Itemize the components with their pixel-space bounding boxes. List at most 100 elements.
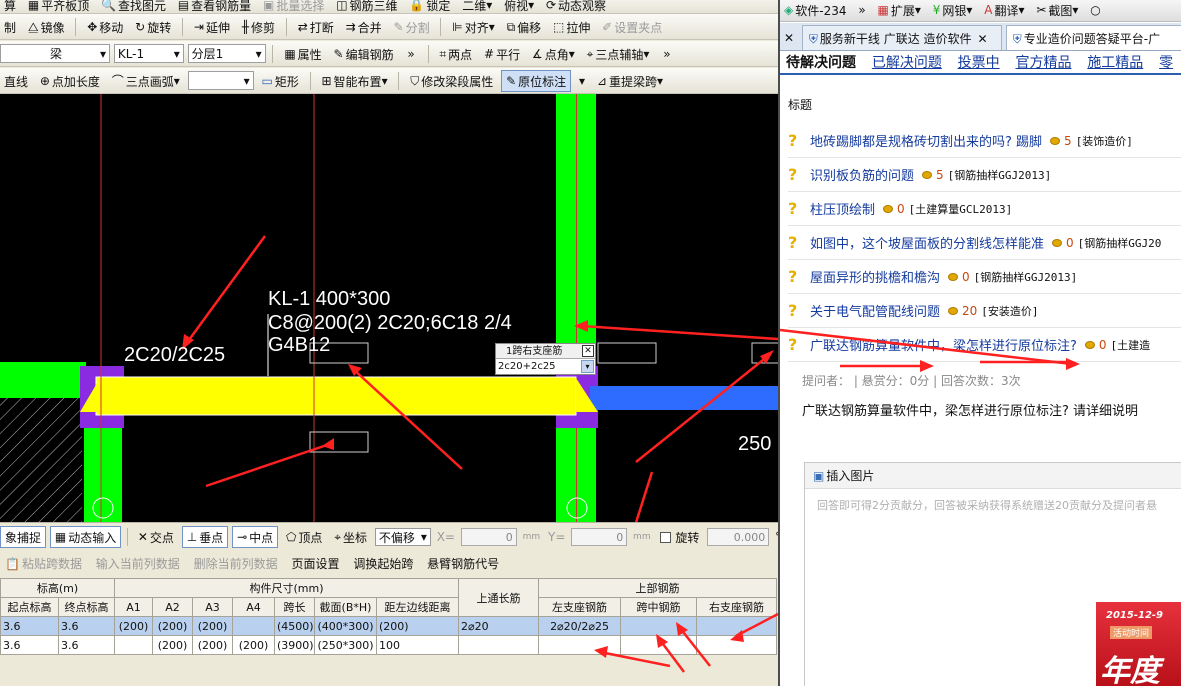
point-angle-button[interactable]: ∡ 点角 ▾ [528,43,579,65]
edit-rebar-button[interactable]: ✎ 编辑钢筋 [330,43,398,65]
drawing-canvas[interactable]: KL-1 400*300 C8@200(2) 2C20;6C18 2/4 G4B… [0,94,778,522]
cantilever-rebar-code-button[interactable]: 悬臂钢筋代号 [422,552,504,574]
paste-span-data-button[interactable]: 📋 粘贴跨数据 [0,553,87,575]
view-2d-dropdown[interactable]: 二维 ▾ [458,0,496,13]
nav-zero[interactable]: 零 [1153,53,1179,73]
table-cell[interactable] [232,616,275,636]
nav-voting[interactable]: 投票中 [952,53,1006,73]
find-element-button[interactable]: 🔍 查找图元 [97,0,170,13]
toolbar-item-cut[interactable]: 算 [0,0,20,13]
question-title[interactable]: 屋面异形的挑檐和檐沟 [810,267,940,286]
view-rebar-quantity-button[interactable]: ▤ 查看钢筋量 [174,0,255,13]
table-cell[interactable] [114,635,153,655]
in-situ-annotation-button[interactable]: ✎ 原位标注 [501,70,572,92]
three-point-arc-button[interactable]: ⌒ 三点画弧 ▾ [108,70,184,92]
re-extract-span-button[interactable]: ⊿ 重提梁跨 ▾ [593,70,667,92]
dynamic-input-toggle[interactable]: ▦ 动态输入 [49,526,122,548]
table-cell[interactable]: (3900) [274,635,315,655]
extend-button[interactable]: ⇥ 延伸 [190,16,234,38]
rotate-checkbox[interactable]: 旋转 [656,526,703,548]
question-title[interactable]: 识别板负筋的问题 [810,165,914,184]
trim-button[interactable]: ╫ 修剪 [238,16,279,38]
merge-button[interactable]: ⇉ 合并 [342,16,386,38]
question-title[interactable]: 地砖踢脚都是规格砖切割出来的吗? 踢脚 [810,131,1042,150]
promo-banner[interactable]: 2015-12-9 活动时间 年度 [1096,602,1181,686]
table-cell[interactable]: 3.6 [0,616,59,636]
point-length-button[interactable]: ⊕ 点加长度 [36,70,104,92]
top-view-dropdown[interactable]: 俯视 ▾ [500,0,538,13]
member-type-select[interactable]: 梁 ▾ [0,44,110,63]
lock-button[interactable]: 🔒 锁定 [405,0,454,13]
move-button[interactable]: ✥ 移动 [83,16,127,38]
list-item[interactable]: ? 柱压顶绘制 0 [土建算量GCL2013] [788,192,1181,226]
toolbar-item-system[interactable]: 制 [0,16,20,38]
close-icon[interactable]: ✕ [780,25,798,50]
properties-button[interactable]: ▦ 属性 [280,43,325,65]
midpoint-snap[interactable]: ⊸ 中点 [232,526,279,548]
overflow-chevron-icon[interactable]: » [401,43,420,65]
rotate-button[interactable]: ↻ 旋转 [131,16,175,38]
y-coordinate-input[interactable]: 0 [571,528,628,546]
offset-button[interactable]: ⧉ 偏移 [503,16,546,38]
table-cell[interactable]: 100 [375,635,460,655]
intersection-snap[interactable]: ✕ 交点 [134,526,178,548]
table-cell[interactable]: (4500) [274,616,315,636]
nav-construction-best[interactable]: 施工精品 [1081,53,1149,73]
question-title[interactable]: 如图中，这个坡屋面板的分割线怎样能准 [810,233,1044,252]
software-link[interactable]: ◈ 软件-234 [780,0,850,20]
align-slab-top-button[interactable]: ▦ 平齐板顶 [24,0,93,13]
close-icon[interactable]: ✕ [582,345,594,357]
nav-pending[interactable]: 待解决问题 [780,53,862,73]
parallel-axis-button[interactable]: # 平行 [480,43,524,65]
rebar-3d-button[interactable]: ◫ 钢筋三维 [332,0,401,13]
table-cell[interactable] [458,635,540,655]
support-rebar-popup[interactable]: 1跨右支座筋 ✕ 2c20+2c25 ▾ [495,343,596,375]
table-cell[interactable]: (200) [152,635,193,655]
chevron-down-icon[interactable]: ▾ [581,360,594,373]
table-cell[interactable]: (400*300) [314,616,377,636]
table-cell[interactable]: (200) [375,616,460,636]
overflow-chevron-icon[interactable]: » [854,0,869,20]
member-name-select[interactable]: KL-1 ▾ [113,44,184,63]
online-banking-button[interactable]: ¥ 网银 ▾ [929,0,977,20]
list-item[interactable]: ? 屋面异形的挑檐和檐沟 0 [钢筋抽样GGJ2013] [788,260,1181,294]
batch-select-button[interactable]: ▣ 批量选择 [259,0,328,13]
table-cell[interactable]: (200) [192,616,233,636]
screenshot-button[interactable]: ✂ 截图 ▾ [1032,0,1082,20]
question-title[interactable]: 柱压顶绘制 [810,199,875,218]
vertex-snap[interactable]: ⬠ 顶点 [282,526,326,548]
table-cell[interactable]: (200) [232,635,275,655]
offset-select[interactable]: 不偏移 ▾ [374,528,431,546]
nav-solved[interactable]: 已解决问题 [866,53,948,73]
three-point-axis-button[interactable]: ⌖ 三点辅轴 ▾ [583,43,654,65]
translate-button[interactable]: A 翻译 ▾ [980,0,1028,20]
rectangle-button[interactable]: ▭ 矩形 [257,70,302,92]
delete-column-data-button[interactable]: 删除当前列数据 [189,552,283,574]
stretch-button[interactable]: ⬚ 拉伸 [549,16,594,38]
floor-layer-select[interactable]: 分层1 ▾ [187,44,266,63]
align-dropdown[interactable]: ⊫ 对齐 ▾ [448,16,499,38]
insert-image-button[interactable]: 插入图片 [826,467,874,484]
table-cell[interactable]: 2⌀20 [458,616,540,636]
table-cell[interactable]: 3.6 [58,616,115,636]
tab-service[interactable]: ⛨ 服务新干线 广联达 造价软件 ✕ [801,25,1002,50]
close-icon[interactable]: ✕ [978,32,988,46]
table-cell[interactable]: 3.6 [58,635,115,655]
split-button[interactable]: ✎ 分割 [390,16,434,38]
coordinate-snap[interactable]: ⌖ 坐标 [330,526,371,548]
object-snap-toggle[interactable]: 象捕捉 [0,526,47,548]
table-cell[interactable]: 3.6 [0,635,59,655]
mirror-button[interactable]: ⧋ 镜像 [24,16,69,38]
table-cell[interactable]: (200) [192,635,233,655]
page-setup-button[interactable]: 页面设置 [286,552,344,574]
annotation-input-box[interactable] [597,342,657,364]
perpendicular-snap[interactable]: ⊥ 垂点 [181,526,229,548]
list-item[interactable]: ? 识别板负筋的问题 5 [钢筋抽样GGJ2013] [788,158,1181,192]
annotation-dropdown[interactable]: ▾ [575,70,589,92]
line-draw-button[interactable]: 直线 [0,70,32,92]
two-point-axis-button[interactable]: ⌗ 两点 [435,43,476,65]
modify-beam-segment-button[interactable]: ⛉ 修改梁段属性 [406,70,497,92]
overflow-chevron-icon[interactable]: » [657,43,676,65]
draw-mode-select[interactable]: ▾ [187,71,254,90]
rotate-angle-input[interactable]: 0.000 [707,528,770,546]
